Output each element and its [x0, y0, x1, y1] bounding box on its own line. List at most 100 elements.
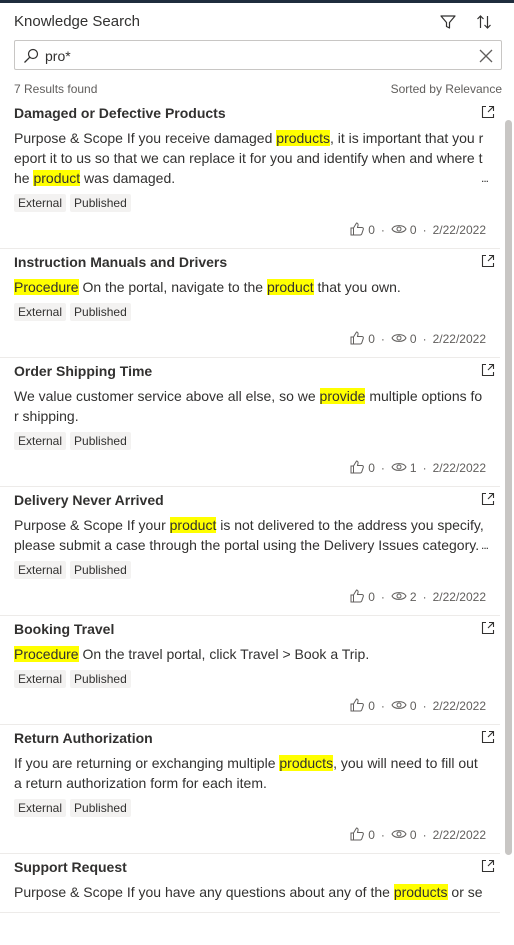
- eye-icon: [391, 221, 410, 240]
- separator: ·: [422, 332, 427, 346]
- article-card[interactable]: Delivery Never Arrived Purpose & Scope If…: [0, 487, 500, 616]
- article-title[interactable]: Delivery Never Arrived: [14, 491, 474, 509]
- search-input[interactable]: [45, 45, 465, 67]
- status-tag: External: [14, 561, 67, 579]
- filter-icon: [440, 15, 456, 29]
- views-count: 2: [391, 588, 417, 607]
- likes-value: 0: [368, 828, 375, 842]
- status-tag: External: [14, 194, 67, 212]
- tag-list: External Published: [14, 670, 500, 688]
- article-title[interactable]: Support Request: [14, 858, 474, 876]
- open-in-new-window-icon[interactable]: [480, 253, 496, 269]
- article-card[interactable]: Damaged or Defective Products Purpose & S…: [0, 100, 500, 249]
- sort-icon: [477, 15, 491, 29]
- thumbs-up-icon: [349, 459, 368, 478]
- views-count: 0: [391, 697, 417, 716]
- eye-icon: [391, 826, 410, 845]
- tag-list: External Published: [14, 432, 500, 450]
- likes-count: 0: [349, 588, 375, 607]
- likes-value: 0: [368, 332, 375, 346]
- close-icon[interactable]: [477, 47, 495, 65]
- likes-value: 0: [368, 223, 375, 237]
- article-title[interactable]: Return Authorization: [14, 729, 474, 747]
- thumbs-up-icon: [349, 330, 368, 349]
- search-highlight: provide: [319, 388, 366, 404]
- search-highlight: product: [33, 170, 81, 186]
- article-snippet: Procedure On the travel portal, click Tr…: [14, 644, 486, 664]
- separator: ·: [422, 828, 427, 842]
- article-card[interactable]: Booking Travel Procedure On the travel po…: [0, 616, 500, 725]
- article-snippet: Purpose & Scope If you have any question…: [14, 882, 486, 902]
- article-snippet: We value customer service above all else…: [14, 386, 486, 426]
- article-date: 2/22/2022: [432, 332, 486, 346]
- separator: ·: [422, 590, 427, 604]
- article-date: 2/22/2022: [432, 699, 486, 713]
- views-value: 2: [409, 590, 417, 604]
- more-text-icon[interactable]: ...: [481, 171, 489, 185]
- article-snippet: Procedure On the portal, navigate to the…: [14, 277, 486, 297]
- views-value: 0: [409, 223, 417, 237]
- sort-label: Sorted by Relevance: [390, 82, 502, 96]
- search-highlight: product: [169, 517, 217, 533]
- views-value: 1: [409, 461, 417, 475]
- snippet-text: Purpose & Scope If you have any question…: [14, 884, 394, 900]
- likes-value: 0: [368, 461, 375, 475]
- scrollbar[interactable]: [505, 120, 512, 855]
- likes-count: 0: [349, 826, 375, 845]
- article-title[interactable]: Instruction Manuals and Drivers: [14, 253, 474, 271]
- article-date: 2/22/2022: [432, 828, 486, 842]
- article-date: 2/22/2022: [432, 461, 486, 475]
- status-tag: Published: [70, 670, 131, 688]
- search-box: [14, 40, 502, 70]
- article-footer: 0 · 2 · 2/22/2022: [14, 588, 500, 607]
- open-in-new-window-icon[interactable]: [480, 858, 496, 874]
- article-footer: 0 · 0 · 2/22/2022: [14, 826, 500, 845]
- thumbs-up-icon: [349, 588, 368, 607]
- separator: ·: [380, 461, 385, 475]
- article-title[interactable]: Damaged or Defective Products: [14, 104, 474, 122]
- open-in-new-window-icon[interactable]: [480, 491, 496, 507]
- thumbs-up-icon: [349, 826, 368, 845]
- article-card[interactable]: Support Request Purpose & Scope If you ha…: [0, 854, 500, 913]
- thumbs-up-icon: [349, 221, 368, 240]
- sort-button[interactable]: [474, 12, 494, 32]
- results-list: Damaged or Defective Products Purpose & S…: [0, 100, 514, 945]
- likes-value: 0: [368, 590, 375, 604]
- likes-count: 0: [349, 221, 375, 240]
- snippet-text: Purpose & Scope If you receive damaged: [14, 130, 277, 146]
- snippet-text: On the portal, navigate to the: [78, 279, 267, 295]
- open-in-new-window-icon[interactable]: [480, 104, 496, 120]
- open-in-new-window-icon[interactable]: [480, 620, 496, 636]
- filter-button[interactable]: [438, 12, 458, 32]
- likes-count: 0: [349, 330, 375, 349]
- article-card[interactable]: Instruction Manuals and Drivers Procedure…: [0, 249, 500, 358]
- open-in-new-window-icon[interactable]: [480, 362, 496, 378]
- article-footer: 0 · 0 · 2/22/2022: [14, 221, 500, 240]
- views-value: 0: [409, 828, 417, 842]
- separator: ·: [380, 590, 385, 604]
- views-count: 1: [391, 459, 417, 478]
- more-text-icon[interactable]: ...: [481, 538, 489, 552]
- eye-icon: [391, 330, 410, 349]
- status-tag: Published: [70, 194, 131, 212]
- article-card[interactable]: Order Shipping Time We value customer ser…: [0, 358, 500, 487]
- top-border: [0, 0, 514, 3]
- likes-count: 0: [349, 459, 375, 478]
- status-tag: Published: [70, 799, 131, 817]
- open-in-new-window-icon[interactable]: [480, 729, 496, 745]
- article-card[interactable]: Return Authorization If you are returning…: [0, 725, 500, 854]
- separator: ·: [380, 699, 385, 713]
- tag-list: External Published: [14, 303, 500, 321]
- views-count: 0: [391, 826, 417, 845]
- separator: ·: [380, 223, 385, 237]
- search-highlight: products: [276, 130, 330, 146]
- likes-value: 0: [368, 699, 375, 713]
- article-title[interactable]: Booking Travel: [14, 620, 474, 638]
- eye-icon: [391, 459, 410, 478]
- snippet-text: was damaged.: [80, 170, 176, 186]
- separator: ·: [422, 699, 427, 713]
- separator: ·: [422, 223, 427, 237]
- article-title[interactable]: Order Shipping Time: [14, 362, 474, 380]
- article-snippet: If you are returning or exchanging multi…: [14, 753, 486, 793]
- search-highlight: product: [266, 279, 314, 295]
